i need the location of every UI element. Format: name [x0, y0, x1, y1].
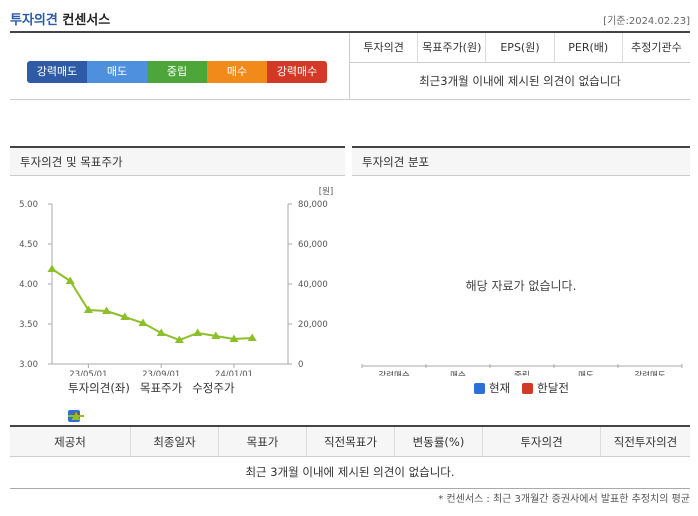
consensus-column-header: EPS(원) — [485, 33, 553, 62]
legend-label: 수정주가 — [192, 381, 235, 395]
detail-column-header: 최종일자 — [130, 427, 218, 456]
opinion-distribution-panel: 투자의견 분포 강력매수 매수 중립 매도 강력매도 해당 자료가 없습니다. 현재 한달… — [352, 146, 690, 402]
square-icon — [474, 382, 485, 394]
left-tick-label: 4.00 — [19, 280, 38, 290]
base-date: [기준:2024.02.23] — [603, 16, 690, 27]
consensus-column-header: 추정기관수 — [621, 33, 690, 62]
consensus-column-header: 투자의견 — [363, 41, 404, 54]
opinion-scale-box: 강력매도 매도 중립 매수 강력매수 — [10, 33, 350, 100]
opinion-target-chart-panel: 투자의견 및 목표주가 5.00 4.50 4.00 3.50 3.00 80,000 60… — [10, 146, 345, 422]
data-point — [193, 328, 203, 336]
distribution-category-label: 매도 — [578, 371, 594, 376]
opinion-target-chart: 5.00 4.50 4.00 3.50 3.00 80,000 60,000 40,000 20… — [19, 187, 333, 376]
legend-label: 목표주가 — [139, 381, 183, 395]
right-tick-label: 40,000 — [298, 280, 328, 290]
consensus-table: 투자의견 목표주가(원) EPS(원) PER(배) 추정기관수 최근3개월 이내에 제… — [349, 33, 690, 100]
consensus-table-header: 투자의견 목표주가(원) EPS(원) PER(배) 추정기관수 — [350, 33, 690, 63]
distribution-legend: 현재 한달전 — [474, 380, 577, 396]
left-tick-label: 5.00 — [19, 200, 38, 210]
left-tick-label: 3.00 — [19, 360, 38, 370]
distribution-category-label: 강력매도 — [634, 370, 665, 376]
consensus-empty-message: 최근3개월 이내에 제시된 의견이 없습니다 — [350, 63, 690, 100]
section-header: 투자의견 컨센서스 [기준:2024.02.23] — [10, 6, 690, 30]
distribution-chart: 강력매수 매수 중립 매도 강력매도 — [361, 364, 683, 376]
detail-column-header: 변동률(%) — [394, 427, 482, 456]
detail-table: 제공처 최종일자 목표가 직전목표가 변동률(%) 투자의견 직전투자의견 최근 3개월 이… — [10, 425, 690, 489]
distribution-category-label: 매수 — [450, 371, 466, 376]
opinion-scale-item: 매도 — [87, 61, 147, 83]
consensus-column-header: PER(배) — [553, 33, 622, 62]
distribution-category-label: 강력매수 — [378, 370, 409, 376]
chart-legend: 투자의견(좌) 목표주가 수정주가 — [68, 380, 241, 422]
x-tick-label: 23/05/01 — [69, 370, 107, 376]
legend-label: 한달전 — [537, 381, 569, 395]
left-tick-label: 3.50 — [19, 320, 38, 330]
triangle-line-icon — [68, 411, 84, 420]
right-axis-unit: [원] — [319, 187, 333, 197]
detail-column-header: 제공처 — [54, 435, 86, 449]
detail-table-header: 제공처 최종일자 목표가 직전목표가 변동률(%) 투자의견 직전투자의견 — [10, 427, 690, 457]
detail-column-header: 직전목표가 — [306, 427, 394, 456]
legend-item: 현재 — [474, 380, 510, 396]
opinion-scale-item: 중립 — [147, 61, 207, 83]
legend-item: 목표주가 — [68, 380, 183, 420]
legend-item: 한달전 — [522, 380, 569, 396]
page-title: 투자의견 컨센서스 — [10, 9, 110, 28]
series-line — [51, 268, 253, 342]
right-tick-label: 60,000 — [298, 240, 328, 250]
legend-item: 수정주가 — [68, 380, 235, 420]
opinion-scale-item: 강력매수 — [267, 61, 327, 83]
square-icon — [522, 382, 534, 394]
right-tick-label: 80,000 — [298, 200, 328, 210]
consensus-column-header: 목표주가(원) — [417, 33, 485, 62]
no-data-message: 해당 자료가 없습니다. — [465, 279, 577, 293]
detail-column-header: 투자의견 — [482, 427, 600, 456]
footnote: * 컨센서스 : 최근 3개월간 증권사에서 발표한 추정치의 평균 — [438, 494, 690, 505]
title-text: 투자의견 — [10, 13, 58, 28]
legend-label: 현재 — [489, 381, 511, 395]
chart-panel-title: 투자의견 및 목표주가 — [10, 146, 345, 176]
opinion-scale: 강력매도 매도 중립 매수 강력매수 — [27, 61, 327, 83]
right-tick-label: 0 — [298, 360, 303, 370]
detail-column-header: 목표가 — [218, 427, 306, 456]
opinion-scale-item: 매수 — [207, 61, 267, 83]
distribution-category-label: 중립 — [514, 371, 530, 376]
detail-column-header: 직전투자의견 — [600, 427, 690, 456]
legend-item: 투자의견(좌) — [68, 380, 130, 422]
legend-label: 투자의견(좌) — [68, 381, 130, 395]
left-tick-label: 4.50 — [19, 240, 38, 250]
data-point — [47, 264, 57, 272]
opinion-scale-item: 강력매도 — [27, 61, 87, 83]
right-tick-label: 20,000 — [298, 320, 328, 330]
x-tick-label: 23/09/01 — [142, 370, 180, 376]
detail-empty-message: 최근 3개월 이내에 제시된 의견이 없습니다. — [10, 457, 690, 489]
distribution-panel-title: 투자의견 분포 — [352, 146, 690, 176]
subtitle-text: 컨센서스 — [62, 13, 111, 28]
data-point — [65, 276, 75, 284]
x-tick-label: 24/01/01 — [215, 370, 253, 376]
